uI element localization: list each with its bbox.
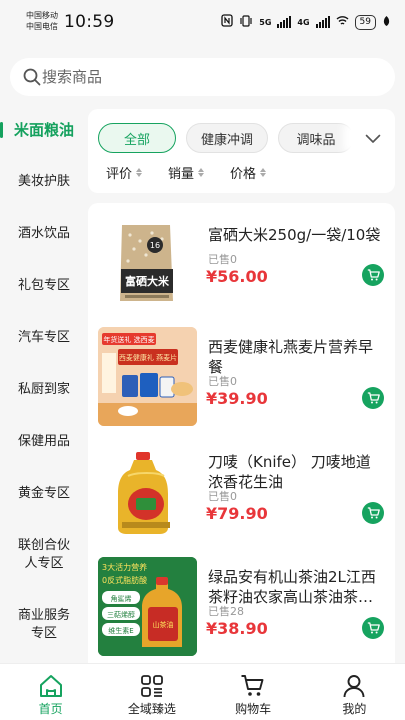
nav-profile-label: 我的 (342, 702, 367, 716)
tab-all[interactable]: 全部 (98, 123, 176, 153)
search-bar[interactable] (10, 58, 395, 96)
add-to-cart-button[interactable] (362, 617, 384, 639)
grid-icon (140, 673, 164, 699)
sort-sales[interactable]: 销量 (168, 163, 205, 182)
svg-text:0反式脂肪酸: 0反式脂肪酸 (102, 575, 147, 585)
sidebar-item-gold[interactable]: 黄金专区 (0, 468, 88, 520)
nav-selection[interactable]: 全域臻选 (101, 664, 202, 720)
leaf-icon (382, 15, 391, 30)
svg-text:16: 16 (150, 241, 160, 250)
nav-selection-label: 全域臻选 (127, 702, 176, 716)
sort-arrows-icon (198, 168, 205, 177)
sort-price[interactable]: 价格 (230, 163, 267, 182)
sidebar-item-gift-packs[interactable]: 礼包专区 (0, 260, 88, 312)
sort-arrows-icon (260, 168, 267, 177)
product-image-rice[interactable]: 16 富硒大米 (98, 215, 197, 314)
product-price: ¥39.90 (206, 389, 268, 408)
status-icons: 5G 4G 59 (221, 14, 391, 30)
signal-icon-2 (315, 16, 330, 28)
svg-text:3大活力营养: 3大活力营养 (102, 562, 147, 572)
cart-icon (367, 619, 380, 638)
add-to-cart-button[interactable] (362, 387, 384, 409)
sidebar-item-business[interactable]: 商业服务专区 (0, 590, 88, 660)
nav-home[interactable]: 首页 (0, 664, 101, 720)
vibrate-icon (239, 14, 253, 30)
product-title[interactable]: 绿品安有机山茶油2L江西茶籽油农家高山茶油茶… (208, 567, 384, 607)
sort-row: 评价 销量 价格 (106, 163, 267, 182)
tab-health-drinks[interactable]: 健康冲调 (186, 123, 269, 153)
more-categories-button[interactable] (351, 123, 395, 153)
carrier-2: 中国电信 (26, 22, 58, 31)
svg-text:山茶油: 山茶油 (153, 620, 174, 629)
svg-text:西麦健康礼 燕麦片: 西麦健康礼 燕麦片 (119, 353, 177, 362)
sidebar-item-beauty[interactable]: 美妆护肤 (0, 156, 88, 208)
nfc-icon (221, 14, 233, 30)
tab-seasoning[interactable]: 调味品 (278, 123, 355, 153)
category-sidebar: 米面粮油 美妆护肤 酒水饮品 礼包专区 汽车专区 私厨到家 保健用品 黄金专区 … (0, 104, 88, 660)
product-image-peanut-oil[interactable] (98, 442, 197, 541)
product-card[interactable]: 年货送礼 选西麦 西麦健康礼 燕麦片 西麦健康礼燕麦片营养早餐 已售0 ¥39.… (88, 327, 395, 457)
svg-text:维生素E: 维生素E (108, 626, 133, 635)
nav-cart[interactable]: 购物车 (203, 664, 304, 720)
cart-icon (367, 504, 380, 523)
home-icon (38, 673, 64, 699)
nav-cart-label: 购物车 (235, 702, 272, 716)
sidebar-item-grain-oil[interactable]: 米面粮油 (0, 104, 88, 156)
network-5g-label: 5G (259, 17, 272, 27)
signal-icon-1 (277, 16, 292, 28)
product-price: ¥56.00 (206, 267, 268, 286)
product-card[interactable]: 3大活力营养 0反式脂肪酸 角鲨烯 三萜烯醇 维生素E 山茶油 绿品安有机山茶油… (88, 557, 395, 663)
product-image-oats[interactable]: 年货送礼 选西麦 西麦健康礼 燕麦片 (98, 327, 197, 426)
nav-profile[interactable]: 我的 (304, 664, 405, 720)
svg-text:角鲨烯: 角鲨烯 (111, 594, 132, 603)
product-title[interactable]: 刀唛（Knife） 刀唛地道浓香花生油 (208, 452, 384, 492)
product-title[interactable]: 西麦健康礼燕麦片营养早餐 (208, 337, 384, 377)
wifi-icon (336, 15, 349, 29)
chevron-down-icon (365, 129, 381, 148)
product-price: ¥79.90 (206, 504, 268, 523)
add-to-cart-button[interactable] (362, 502, 384, 524)
svg-text:年货送礼 选西麦: 年货送礼 选西麦 (103, 335, 154, 344)
product-list: 16 富硒大米 富硒大米250g/一袋/10袋 已售0 ¥56.00 年货送礼 … (88, 203, 395, 663)
cart-icon (367, 266, 380, 285)
product-sold-count: 已售0 (208, 253, 237, 266)
svg-text:富硒大米: 富硒大米 (125, 274, 170, 288)
bottom-nav: 首页 全域臻选 购物车 我的 (0, 663, 405, 720)
sidebar-item-auto[interactable]: 汽车专区 (0, 312, 88, 364)
product-card[interactable]: 刀唛（Knife） 刀唛地道浓香花生油 已售0 ¥79.90 (88, 442, 395, 572)
filter-panel: 全部 健康冲调 调味品 评价 销量 价格 (88, 109, 395, 193)
sort-arrows-icon (136, 168, 143, 177)
sort-rating[interactable]: 评价 (106, 163, 143, 182)
search-input[interactable] (42, 58, 382, 96)
add-to-cart-button[interactable] (362, 264, 384, 286)
battery-icon: 59 (354, 14, 376, 30)
product-price: ¥38.90 (206, 619, 268, 638)
sidebar-item-health[interactable]: 保健用品 (0, 416, 88, 468)
sidebar-item-drinks[interactable]: 酒水饮品 (0, 208, 88, 260)
product-card[interactable]: 16 富硒大米 富硒大米250g/一袋/10袋 已售0 ¥56.00 (88, 215, 395, 345)
svg-text:三萜烯醇: 三萜烯醇 (107, 610, 135, 619)
product-sold-count: 已售0 (208, 375, 237, 388)
product-image-camellia-oil[interactable]: 3大活力营养 0反式脂肪酸 角鲨烯 三萜烯醇 维生素E 山茶油 (98, 557, 197, 656)
nav-home-label: 首页 (38, 702, 63, 716)
product-title[interactable]: 富硒大米250g/一袋/10袋 (208, 225, 384, 245)
search-icon (22, 67, 42, 91)
product-sold-count: 已售0 (208, 490, 237, 503)
sidebar-item-partner[interactable]: 联创合伙人专区 (0, 520, 88, 590)
status-bar: 中国移动 中国电信 10:59 5G 4G 59 (0, 0, 405, 44)
cart-icon (367, 389, 380, 408)
status-clock: 10:59 (64, 12, 115, 32)
carrier-info: 中国移动 中国电信 (26, 10, 58, 32)
user-icon (342, 673, 366, 699)
cart-icon (240, 673, 266, 699)
network-4g-label: 4G (297, 17, 310, 27)
product-sold-count: 已售28 (208, 605, 244, 618)
category-tabs: 全部 健康冲调 调味品 (98, 123, 355, 153)
sidebar-item-private-chef[interactable]: 私厨到家 (0, 364, 88, 416)
carrier-1: 中国移动 (26, 11, 58, 20)
